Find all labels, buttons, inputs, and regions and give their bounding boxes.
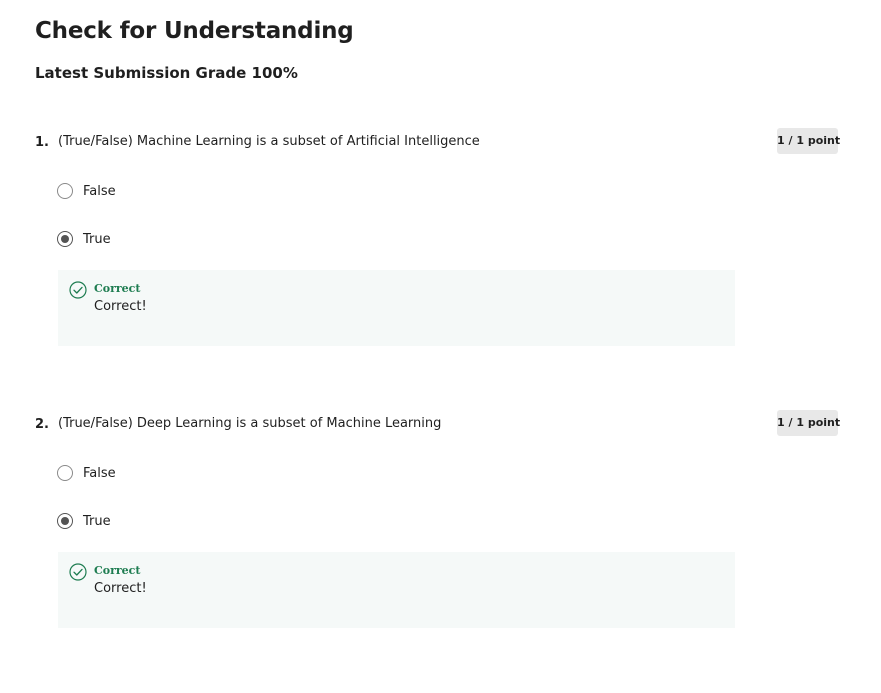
radio-button[interactable] [57,183,73,199]
option-label: False [83,465,116,481]
feedback-title: Correct [94,564,141,577]
option-true[interactable]: True [57,229,111,249]
feedback-box: Correct Correct! [58,270,735,346]
check-circle-icon [69,563,87,581]
option-label: True [83,231,111,247]
radio-button-selected[interactable] [57,513,73,529]
check-circle-icon [69,281,87,299]
option-label: False [83,183,116,199]
page-title: Check for Understanding [35,18,354,44]
option-label: True [83,513,111,529]
question-2: 2. (True/False) Deep Learning is a subse… [0,410,881,693]
option-false[interactable]: False [57,463,116,483]
radio-button[interactable] [57,465,73,481]
question-number: 2. [35,417,49,432]
feedback-text: Correct! [94,581,147,596]
option-true[interactable]: True [57,511,111,531]
question-1: 1. (True/False) Machine Learning is a su… [0,128,881,411]
question-text: (True/False) Machine Learning is a subse… [58,134,480,149]
feedback-title: Correct [94,282,141,295]
points-badge: 1 / 1 point [777,128,840,154]
radio-button-selected[interactable] [57,231,73,247]
latest-submission-grade: Latest Submission Grade 100% [35,64,298,82]
option-false[interactable]: False [57,181,116,201]
question-number: 1. [35,135,49,150]
points-badge: 1 / 1 point [777,410,840,436]
question-text: (True/False) Deep Learning is a subset o… [58,416,442,431]
feedback-box: Correct Correct! [58,552,735,628]
feedback-text: Correct! [94,299,147,314]
